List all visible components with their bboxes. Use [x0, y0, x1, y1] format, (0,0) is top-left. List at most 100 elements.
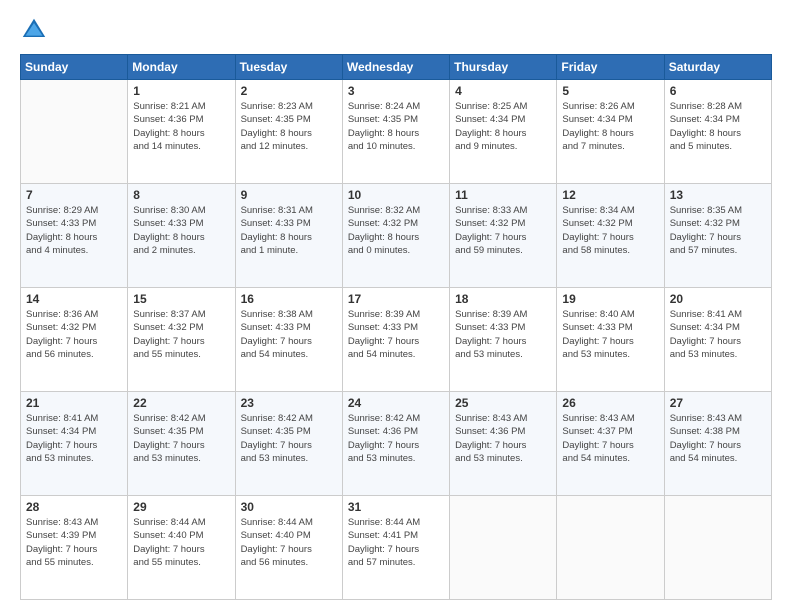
- calendar-cell: 2 Sunrise: 8:23 AMSunset: 4:35 PMDaylight…: [235, 80, 342, 184]
- day-number: 15: [133, 292, 229, 306]
- day-number: 7: [26, 188, 122, 202]
- day-number: 13: [670, 188, 766, 202]
- day-number: 9: [241, 188, 337, 202]
- calendar-week-row: 1 Sunrise: 8:21 AMSunset: 4:36 PMDaylight…: [21, 80, 772, 184]
- day-info: Sunrise: 8:43 AMSunset: 4:37 PMDaylight:…: [562, 412, 658, 465]
- calendar-cell: 7 Sunrise: 8:29 AMSunset: 4:33 PMDaylight…: [21, 184, 128, 288]
- day-info: Sunrise: 8:31 AMSunset: 4:33 PMDaylight:…: [241, 204, 337, 257]
- day-number: 29: [133, 500, 229, 514]
- day-info: Sunrise: 8:26 AMSunset: 4:34 PMDaylight:…: [562, 100, 658, 153]
- calendar-cell: 16 Sunrise: 8:38 AMSunset: 4:33 PMDayligh…: [235, 288, 342, 392]
- day-info: Sunrise: 8:38 AMSunset: 4:33 PMDaylight:…: [241, 308, 337, 361]
- day-info: Sunrise: 8:44 AMSunset: 4:40 PMDaylight:…: [133, 516, 229, 569]
- calendar-cell: 1 Sunrise: 8:21 AMSunset: 4:36 PMDaylight…: [128, 80, 235, 184]
- day-header-tuesday: Tuesday: [235, 55, 342, 80]
- day-number: 3: [348, 84, 444, 98]
- day-number: 23: [241, 396, 337, 410]
- day-number: 16: [241, 292, 337, 306]
- calendar-week-row: 28 Sunrise: 8:43 AMSunset: 4:39 PMDayligh…: [21, 496, 772, 600]
- day-info: Sunrise: 8:40 AMSunset: 4:33 PMDaylight:…: [562, 308, 658, 361]
- calendar-cell: 27 Sunrise: 8:43 AMSunset: 4:38 PMDayligh…: [664, 392, 771, 496]
- day-info: Sunrise: 8:44 AMSunset: 4:41 PMDaylight:…: [348, 516, 444, 569]
- day-info: Sunrise: 8:42 AMSunset: 4:35 PMDaylight:…: [133, 412, 229, 465]
- calendar-cell: 15 Sunrise: 8:37 AMSunset: 4:32 PMDayligh…: [128, 288, 235, 392]
- calendar-cell: 23 Sunrise: 8:42 AMSunset: 4:35 PMDayligh…: [235, 392, 342, 496]
- day-info: Sunrise: 8:43 AMSunset: 4:38 PMDaylight:…: [670, 412, 766, 465]
- calendar-table: SundayMondayTuesdayWednesdayThursdayFrid…: [20, 54, 772, 600]
- day-number: 14: [26, 292, 122, 306]
- day-number: 5: [562, 84, 658, 98]
- calendar-cell: 14 Sunrise: 8:36 AMSunset: 4:32 PMDayligh…: [21, 288, 128, 392]
- day-info: Sunrise: 8:43 AMSunset: 4:39 PMDaylight:…: [26, 516, 122, 569]
- page: SundayMondayTuesdayWednesdayThursdayFrid…: [0, 0, 792, 612]
- day-number: 10: [348, 188, 444, 202]
- day-number: 22: [133, 396, 229, 410]
- calendar-week-row: 14 Sunrise: 8:36 AMSunset: 4:32 PMDayligh…: [21, 288, 772, 392]
- day-header-wednesday: Wednesday: [342, 55, 449, 80]
- day-header-sunday: Sunday: [21, 55, 128, 80]
- calendar-cell: 10 Sunrise: 8:32 AMSunset: 4:32 PMDayligh…: [342, 184, 449, 288]
- day-header-thursday: Thursday: [450, 55, 557, 80]
- day-number: 11: [455, 188, 551, 202]
- logo-icon: [20, 16, 48, 44]
- day-info: Sunrise: 8:39 AMSunset: 4:33 PMDaylight:…: [348, 308, 444, 361]
- day-number: 26: [562, 396, 658, 410]
- calendar-cell: 13 Sunrise: 8:35 AMSunset: 4:32 PMDayligh…: [664, 184, 771, 288]
- calendar-cell: 24 Sunrise: 8:42 AMSunset: 4:36 PMDayligh…: [342, 392, 449, 496]
- day-info: Sunrise: 8:39 AMSunset: 4:33 PMDaylight:…: [455, 308, 551, 361]
- day-info: Sunrise: 8:23 AMSunset: 4:35 PMDaylight:…: [241, 100, 337, 153]
- day-number: 18: [455, 292, 551, 306]
- calendar-cell: [21, 80, 128, 184]
- calendar-cell: 25Sunrise: 8:43 AMSunset: 4:36 PMDayligh…: [450, 392, 557, 496]
- day-info: Sunrise: 8:21 AMSunset: 4:36 PMDaylight:…: [133, 100, 229, 153]
- header: [20, 16, 772, 44]
- calendar-cell: 12Sunrise: 8:34 AMSunset: 4:32 PMDayligh…: [557, 184, 664, 288]
- calendar-cell: 8Sunrise: 8:30 AMSunset: 4:33 PMDaylight…: [128, 184, 235, 288]
- day-number: 30: [241, 500, 337, 514]
- calendar-cell: 28 Sunrise: 8:43 AMSunset: 4:39 PMDayligh…: [21, 496, 128, 600]
- day-number: 27: [670, 396, 766, 410]
- calendar-cell: 26 Sunrise: 8:43 AMSunset: 4:37 PMDayligh…: [557, 392, 664, 496]
- day-number: 20: [670, 292, 766, 306]
- day-number: 1: [133, 84, 229, 98]
- day-info: Sunrise: 8:24 AMSunset: 4:35 PMDaylight:…: [348, 100, 444, 153]
- day-info: Sunrise: 8:42 AMSunset: 4:36 PMDaylight:…: [348, 412, 444, 465]
- day-info: Sunrise: 8:41 AMSunset: 4:34 PMDaylight:…: [26, 412, 122, 465]
- day-info: Sunrise: 8:28 AMSunset: 4:34 PMDaylight:…: [670, 100, 766, 153]
- day-info: Sunrise: 8:43 AMSunset: 4:36 PMDaylight:…: [455, 412, 551, 465]
- calendar-cell: 30 Sunrise: 8:44 AMSunset: 4:40 PMDayligh…: [235, 496, 342, 600]
- day-number: 19: [562, 292, 658, 306]
- day-number: 31: [348, 500, 444, 514]
- day-info: Sunrise: 8:30 AMSunset: 4:33 PMDaylight:…: [133, 204, 229, 257]
- day-info: Sunrise: 8:42 AMSunset: 4:35 PMDaylight:…: [241, 412, 337, 465]
- day-info: Sunrise: 8:29 AMSunset: 4:33 PMDaylight:…: [26, 204, 122, 257]
- day-info: Sunrise: 8:44 AMSunset: 4:40 PMDaylight:…: [241, 516, 337, 569]
- calendar-cell: 6 Sunrise: 8:28 AMSunset: 4:34 PMDaylight…: [664, 80, 771, 184]
- calendar-cell: 19 Sunrise: 8:40 AMSunset: 4:33 PMDayligh…: [557, 288, 664, 392]
- calendar-cell: 11 Sunrise: 8:33 AMSunset: 4:32 PMDayligh…: [450, 184, 557, 288]
- day-number: 28: [26, 500, 122, 514]
- calendar-cell: 9 Sunrise: 8:31 AMSunset: 4:33 PMDaylight…: [235, 184, 342, 288]
- day-info: Sunrise: 8:32 AMSunset: 4:32 PMDaylight:…: [348, 204, 444, 257]
- day-info: Sunrise: 8:37 AMSunset: 4:32 PMDaylight:…: [133, 308, 229, 361]
- day-info: Sunrise: 8:25 AMSunset: 4:34 PMDaylight:…: [455, 100, 551, 153]
- day-number: 4: [455, 84, 551, 98]
- calendar-cell: 4 Sunrise: 8:25 AMSunset: 4:34 PMDaylight…: [450, 80, 557, 184]
- day-info: Sunrise: 8:36 AMSunset: 4:32 PMDaylight:…: [26, 308, 122, 361]
- day-header-saturday: Saturday: [664, 55, 771, 80]
- day-info: Sunrise: 8:35 AMSunset: 4:32 PMDaylight:…: [670, 204, 766, 257]
- day-header-friday: Friday: [557, 55, 664, 80]
- calendar-header-row: SundayMondayTuesdayWednesdayThursdayFrid…: [21, 55, 772, 80]
- day-number: 24: [348, 396, 444, 410]
- calendar-week-row: 7 Sunrise: 8:29 AMSunset: 4:33 PMDaylight…: [21, 184, 772, 288]
- calendar-cell: 20Sunrise: 8:41 AMSunset: 4:34 PMDayligh…: [664, 288, 771, 392]
- day-number: 6: [670, 84, 766, 98]
- day-number: 17: [348, 292, 444, 306]
- calendar-cell: 31 Sunrise: 8:44 AMSunset: 4:41 PMDayligh…: [342, 496, 449, 600]
- calendar-cell: 18 Sunrise: 8:39 AMSunset: 4:33 PMDayligh…: [450, 288, 557, 392]
- day-number: 2: [241, 84, 337, 98]
- calendar-cell: 22 Sunrise: 8:42 AMSunset: 4:35 PMDayligh…: [128, 392, 235, 496]
- calendar-week-row: 21Sunrise: 8:41 AMSunset: 4:34 PMDayligh…: [21, 392, 772, 496]
- calendar-cell: 29 Sunrise: 8:44 AMSunset: 4:40 PMDayligh…: [128, 496, 235, 600]
- day-info: Sunrise: 8:33 AMSunset: 4:32 PMDaylight:…: [455, 204, 551, 257]
